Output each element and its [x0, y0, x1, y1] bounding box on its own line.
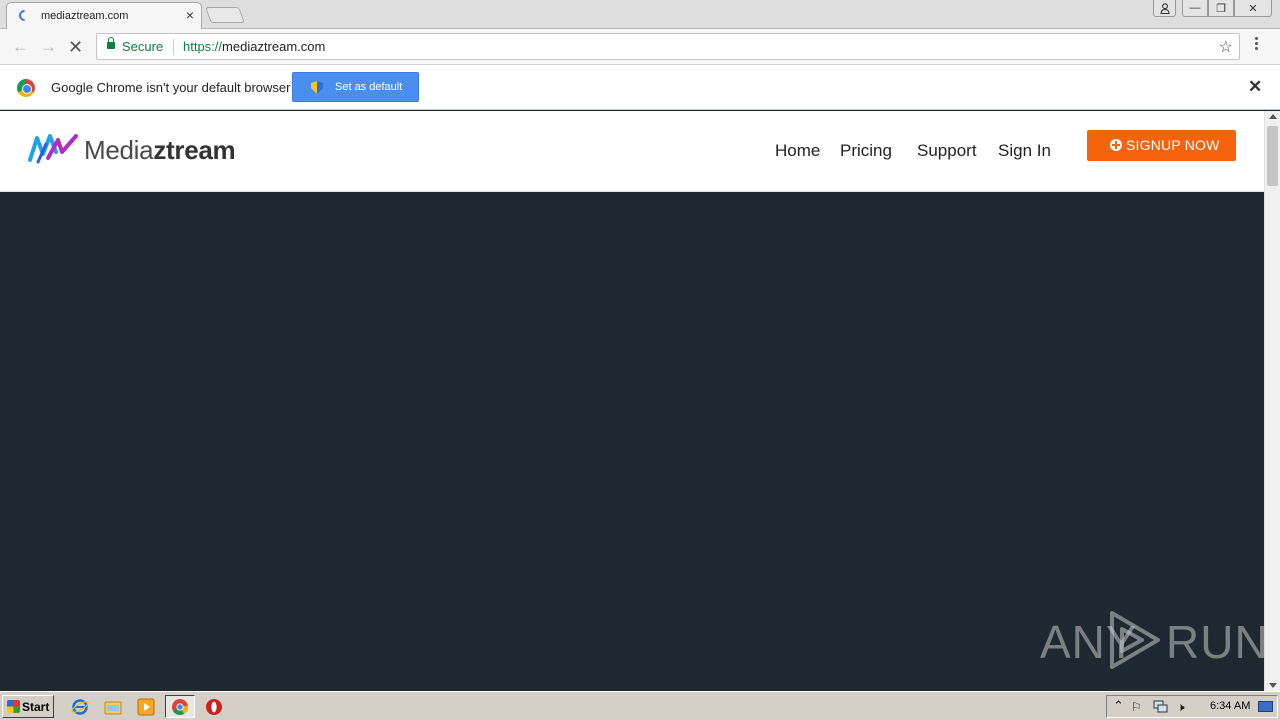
- page-scrollbar[interactable]: [1264, 111, 1280, 691]
- url-scheme: https://: [183, 39, 223, 54]
- url-host: mediaztream.com: [222, 39, 326, 54]
- address-bar[interactable]: Secure https://mediaztream.com ☆: [96, 33, 1240, 60]
- infobar-close-icon[interactable]: ✕: [1248, 78, 1262, 95]
- tab-strip: mediaztream.com × — ❐ ✕: [0, 0, 1280, 29]
- show-desktop-icon[interactable]: [1258, 701, 1273, 712]
- default-browser-infobar: Google Chrome isn't your default browser…: [0, 65, 1280, 110]
- play-triangle-icon: [1110, 611, 1160, 669]
- watermark-text-right: RUN: [1166, 616, 1269, 668]
- chrome-logo-icon: [17, 79, 35, 97]
- user-profile-button[interactable]: [1153, 0, 1176, 17]
- set-as-default-button[interactable]: Set as default: [292, 72, 419, 102]
- nav-pricing-link[interactable]: Pricing: [840, 141, 892, 161]
- system-tray: ⌃ ⚐ 🕨 6:34 AM: [1106, 695, 1278, 718]
- media-player-icon[interactable]: [137, 698, 155, 716]
- logo-text-bold: ztream: [153, 135, 236, 165]
- url-text[interactable]: https://mediaztream.com: [183, 39, 325, 54]
- stop-icon[interactable]: ✕: [68, 37, 83, 57]
- taskbar-chrome-button[interactable]: [165, 695, 195, 718]
- browser-tab[interactable]: mediaztream.com ×: [6, 2, 202, 29]
- back-icon[interactable]: ←: [12, 37, 29, 57]
- volume-icon[interactable]: 🕨: [1177, 700, 1185, 715]
- tab-loading-icon: [16, 7, 33, 24]
- forward-icon[interactable]: →: [40, 37, 57, 57]
- start-button[interactable]: Start: [2, 695, 54, 718]
- nav-support-link[interactable]: Support: [917, 141, 977, 161]
- infobar-message: Google Chrome isn't your default browser: [51, 80, 291, 95]
- star-icon[interactable]: ☆: [1219, 37, 1233, 57]
- show-hidden-icons-icon[interactable]: ⌃: [1113, 698, 1124, 714]
- scroll-thumb[interactable]: [1267, 126, 1278, 186]
- windows-taskbar: Start ⌃ ⚐ 🕨 6:34 AM: [0, 691, 1280, 720]
- chrome-icon: [172, 699, 189, 715]
- start-label: Start: [22, 700, 50, 714]
- folder-icon[interactable]: [104, 698, 122, 716]
- omnibox-divider: [173, 39, 174, 55]
- set-as-default-label: Set as default: [335, 81, 403, 93]
- minimize-button[interactable]: —: [1182, 0, 1208, 17]
- close-window-button[interactable]: ✕: [1234, 0, 1272, 17]
- tab-title: mediaztream.com: [41, 10, 129, 22]
- mediaztream-logo-icon[interactable]: [28, 132, 80, 164]
- windows-logo-icon: [7, 700, 20, 713]
- signup-now-label: SIGNUP NOW: [1126, 137, 1220, 153]
- action-center-flag-icon[interactable]: ⚐: [1131, 700, 1142, 714]
- tab-close-icon[interactable]: ×: [186, 8, 194, 22]
- logo-text-light: Media: [84, 135, 154, 165]
- user-icon: [1159, 2, 1170, 14]
- scroll-up-arrow-icon[interactable]: [1269, 114, 1277, 119]
- signup-now-button[interactable]: SIGNUP NOW: [1087, 130, 1236, 161]
- nav-home-link[interactable]: Home: [775, 141, 820, 161]
- taskbar-clock[interactable]: 6:34 AM: [1210, 700, 1250, 712]
- screen: { "browser": { "tab_title": "mediaztream…: [0, 0, 1280, 720]
- opera-icon[interactable]: [205, 698, 223, 716]
- maximize-button[interactable]: ❐: [1208, 0, 1234, 17]
- shield-icon: [311, 81, 323, 94]
- nav-sign-in-link[interactable]: Sign In: [998, 141, 1051, 161]
- lock-icon: [107, 37, 115, 49]
- browser-toolbar: ← → ✕ Secure https://mediaztream.com ☆: [0, 29, 1280, 65]
- page-viewport: Mediaztream Home Pricing Support Sign In…: [0, 111, 1264, 691]
- site-logo-text[interactable]: Mediaztream: [84, 135, 236, 166]
- plus-circle-icon: [1110, 139, 1122, 151]
- new-tab-button[interactable]: [205, 7, 245, 23]
- site-header: Mediaztream Home Pricing Support Sign In…: [0, 111, 1264, 192]
- scroll-down-arrow-icon[interactable]: [1269, 683, 1277, 688]
- ie-icon[interactable]: [71, 698, 89, 716]
- chrome-menu-icon[interactable]: [1255, 37, 1259, 53]
- network-icon[interactable]: [1153, 700, 1168, 714]
- secure-label: Secure: [122, 39, 164, 54]
